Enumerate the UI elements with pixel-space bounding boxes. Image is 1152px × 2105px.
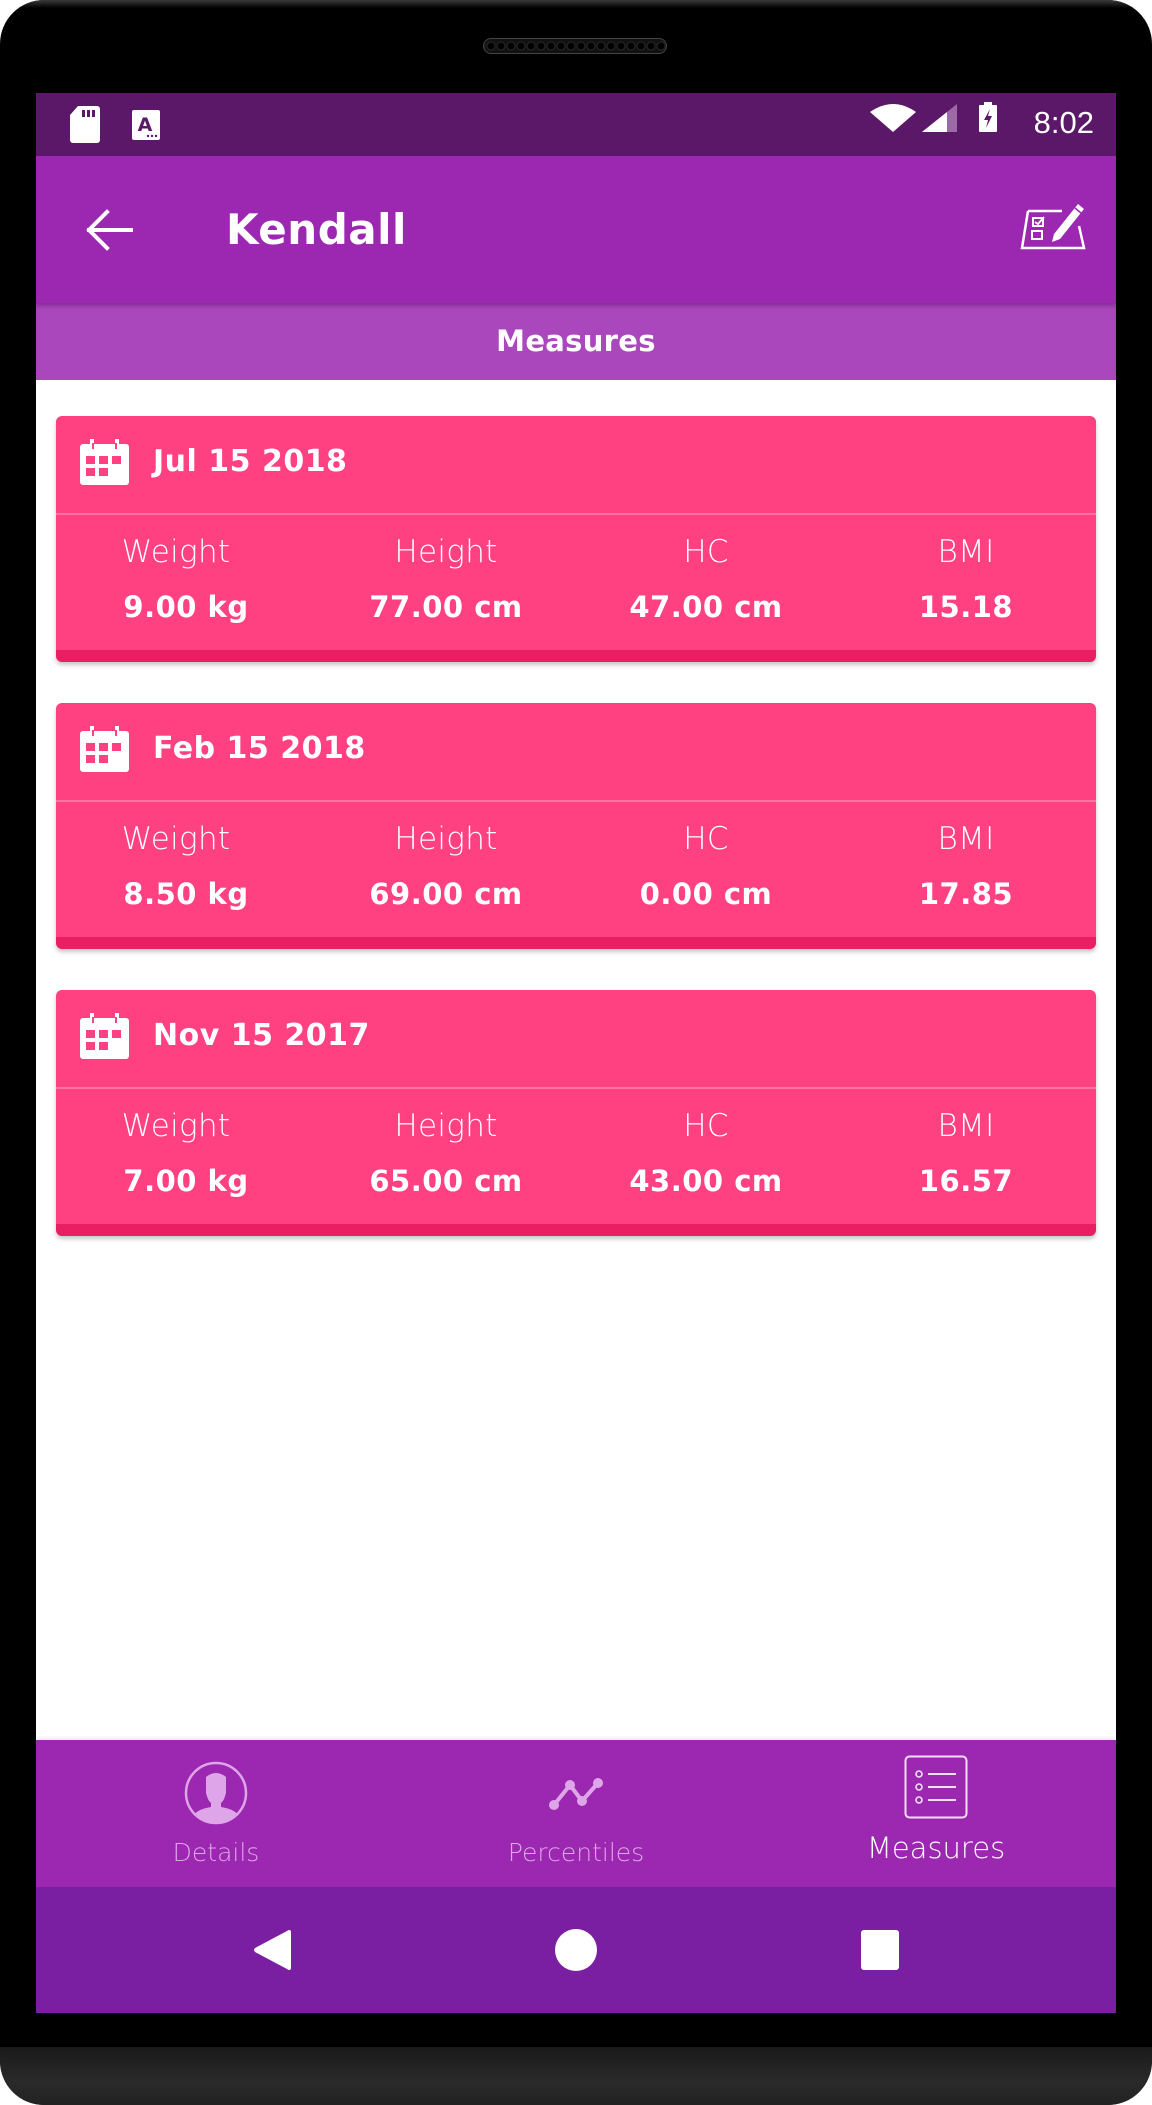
calendar-icon — [80, 1013, 129, 1059]
stat-label: Height — [394, 821, 498, 857]
nav-label: Percentiles — [507, 1838, 645, 1867]
tab-bar: Measures — [36, 303, 1116, 380]
stat-value: 77.00 cm — [369, 590, 523, 624]
a-notification-icon: A — [132, 110, 160, 140]
wifi-icon — [870, 104, 916, 132]
card-stats: Weight 7.00 kg Height 65.00 cm HC 43.00 … — [56, 1089, 1096, 1224]
stat-value: 9.00 kg — [123, 590, 249, 624]
stat-label: Weight — [121, 1108, 231, 1144]
stat-weight: Weight 9.00 kg — [56, 515, 316, 650]
stat-label: Weight — [121, 821, 231, 857]
stat-label: BMI — [937, 1108, 995, 1144]
stat-value: 65.00 cm — [369, 1164, 523, 1198]
page-title: Kendall — [226, 205, 407, 254]
measure-card[interactable]: Feb 15 2018 Weight 8.50 kg Height 69.00 … — [56, 703, 1096, 949]
edit-checklist-icon — [1020, 204, 1086, 250]
status-time: 8:02 — [1033, 105, 1094, 140]
stat-hc: HC 0.00 cm — [576, 802, 836, 937]
system-home-button[interactable] — [555, 1929, 597, 1971]
list-icon — [904, 1755, 968, 1819]
system-recents-button[interactable] — [861, 1930, 899, 1970]
bezel-top — [0, 0, 1152, 8]
stat-value: 43.00 cm — [629, 1164, 783, 1198]
stat-value: 17.85 — [918, 877, 1014, 911]
card-header: Jul 15 2018 — [56, 416, 1096, 513]
measure-card[interactable]: Nov 15 2017 Weight 7.00 kg Height 65.00 … — [56, 990, 1096, 1236]
stat-bmi: BMI 17.85 — [836, 802, 1096, 937]
stat-weight: Weight 8.50 kg — [56, 802, 316, 937]
battery-charging-icon — [979, 102, 997, 132]
nav-item-percentiles[interactable]: Percentiles — [396, 1740, 756, 1887]
measures-list: Jul 15 2018 Weight 9.00 kg Height 77.00 … — [56, 416, 1096, 1277]
card-stats: Weight 8.50 kg Height 69.00 cm HC 0.00 c… — [56, 802, 1096, 937]
stat-label: BMI — [937, 821, 995, 857]
svg-text:A: A — [138, 114, 153, 136]
stat-value: 0.00 cm — [639, 877, 773, 911]
stat-value: 15.18 — [918, 590, 1014, 624]
screen: A 8:02 Kendall Measures Jul 15 2018 Weig… — [36, 93, 1116, 2013]
bezel-bottom — [0, 2047, 1152, 2105]
person-circle-icon — [184, 1761, 248, 1825]
stat-label: HC — [683, 1108, 729, 1144]
sd-card-icon — [70, 106, 100, 143]
stat-label: HC — [683, 534, 729, 570]
stat-label: Height — [394, 534, 498, 570]
speaker-grille — [483, 38, 667, 54]
stat-height: Height 69.00 cm — [316, 802, 576, 937]
stat-value: 47.00 cm — [629, 590, 783, 624]
edit-measures-button[interactable] — [1018, 196, 1088, 256]
stat-value: 69.00 cm — [369, 877, 523, 911]
card-header: Feb 15 2018 — [56, 703, 1096, 800]
card-stats: Weight 9.00 kg Height 77.00 cm HC 47.00 … — [56, 515, 1096, 650]
calendar-icon — [80, 726, 129, 772]
app-bar: Kendall — [36, 156, 1116, 303]
stat-bmi: BMI 15.18 — [836, 515, 1096, 650]
status-bar: A 8:02 — [36, 93, 1116, 156]
calendar-icon — [80, 439, 129, 485]
stat-value: 7.00 kg — [123, 1164, 249, 1198]
stat-value: 8.50 kg — [123, 877, 249, 911]
stat-hc: HC 47.00 cm — [576, 515, 836, 650]
back-button[interactable] — [70, 204, 150, 256]
stat-hc: HC 43.00 cm — [576, 1089, 836, 1224]
arrow-back-icon — [86, 209, 133, 251]
system-back-button[interactable] — [253, 1929, 291, 1971]
nav-label: Measures — [866, 1831, 1006, 1865]
stat-label: Weight — [121, 534, 231, 570]
tab-measures[interactable]: Measures — [36, 303, 1116, 380]
stat-bmi: BMI 16.57 — [836, 1089, 1096, 1224]
nav-item-details[interactable]: Details — [36, 1740, 396, 1887]
stat-height: Height 77.00 cm — [316, 515, 576, 650]
stat-value: 16.57 — [918, 1164, 1014, 1198]
measure-date: Feb 15 2018 — [153, 731, 366, 766]
card-header: Nov 15 2017 — [56, 990, 1096, 1087]
stat-height: Height 65.00 cm — [316, 1089, 576, 1224]
phone-frame: A 8:02 Kendall Measures Jul 15 2018 Weig… — [0, 0, 1152, 2105]
measure-date: Jul 15 2018 — [153, 444, 348, 479]
nav-item-measures[interactable]: Measures — [756, 1740, 1116, 1887]
stat-label: BMI — [937, 534, 995, 570]
nav-label: Details — [172, 1838, 260, 1867]
stat-weight: Weight 7.00 kg — [56, 1089, 316, 1224]
measure-card[interactable]: Jul 15 2018 Weight 9.00 kg Height 77.00 … — [56, 416, 1096, 662]
line-chart-icon — [549, 1778, 603, 1810]
cell-signal-icon — [922, 104, 957, 132]
system-navigation-bar — [36, 1887, 1116, 2013]
bottom-navigation: Details Percentiles Measures — [36, 1740, 1116, 1887]
measure-date: Nov 15 2017 — [153, 1018, 370, 1053]
stat-label: Height — [394, 1108, 498, 1144]
stat-label: HC — [683, 821, 729, 857]
